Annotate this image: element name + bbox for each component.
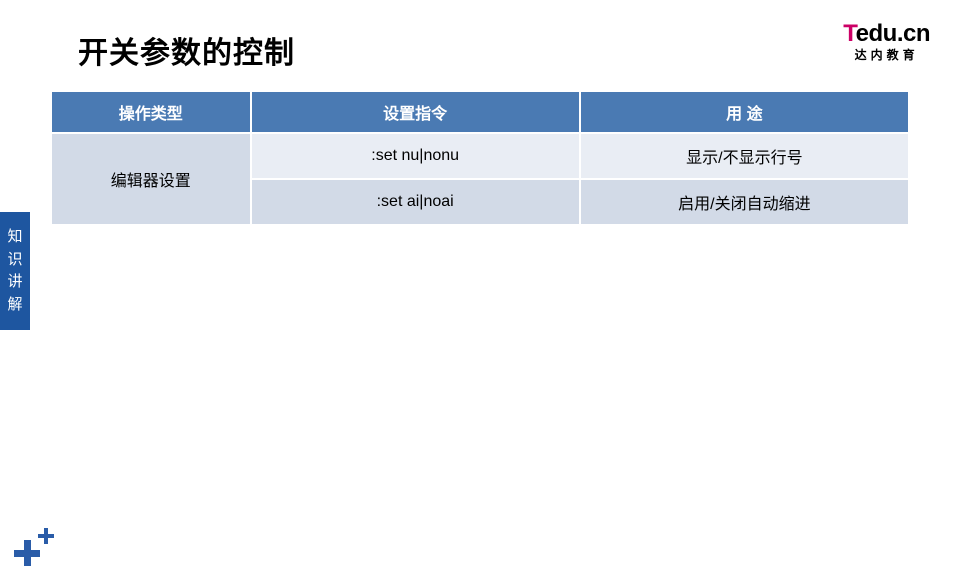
side-tab: 知 识 讲 解 (0, 212, 30, 330)
side-tab-char: 知 (0, 226, 30, 249)
logo-text: Tedu.cn (843, 20, 930, 48)
logo-subtitle: 达内教育 (843, 46, 930, 63)
settings-table: 操作类型 设置指令 用 途 编辑器设置 :set nu|nonu 显示/不显示行… (50, 90, 910, 226)
cell-description: 启用/关闭自动缩进 (580, 179, 909, 225)
side-tab-char: 讲 (0, 271, 30, 294)
cell-command: :set ai|noai (251, 179, 580, 225)
slide-title: 开关参数的控制 (78, 28, 295, 72)
table-header-row: 操作类型 设置指令 用 途 (51, 91, 909, 133)
plus-icon (38, 528, 54, 544)
cell-description: 显示/不显示行号 (580, 133, 909, 179)
table-row: 编辑器设置 :set nu|nonu 显示/不显示行号 (51, 133, 909, 179)
cell-command: :set nu|nonu (251, 133, 580, 179)
side-tab-char: 解 (0, 294, 30, 317)
logo-letter-t: T (843, 20, 855, 47)
th-command: 设置指令 (251, 91, 580, 133)
th-usage: 用 途 (580, 91, 909, 133)
plus-icon (14, 540, 40, 566)
cell-category: 编辑器设置 (51, 133, 251, 225)
brand-logo: Tedu.cn 达内教育 (843, 20, 930, 63)
th-op-type: 操作类型 (51, 91, 251, 133)
logo-rest: edu.cn (856, 20, 930, 47)
side-tab-char: 识 (0, 249, 30, 272)
